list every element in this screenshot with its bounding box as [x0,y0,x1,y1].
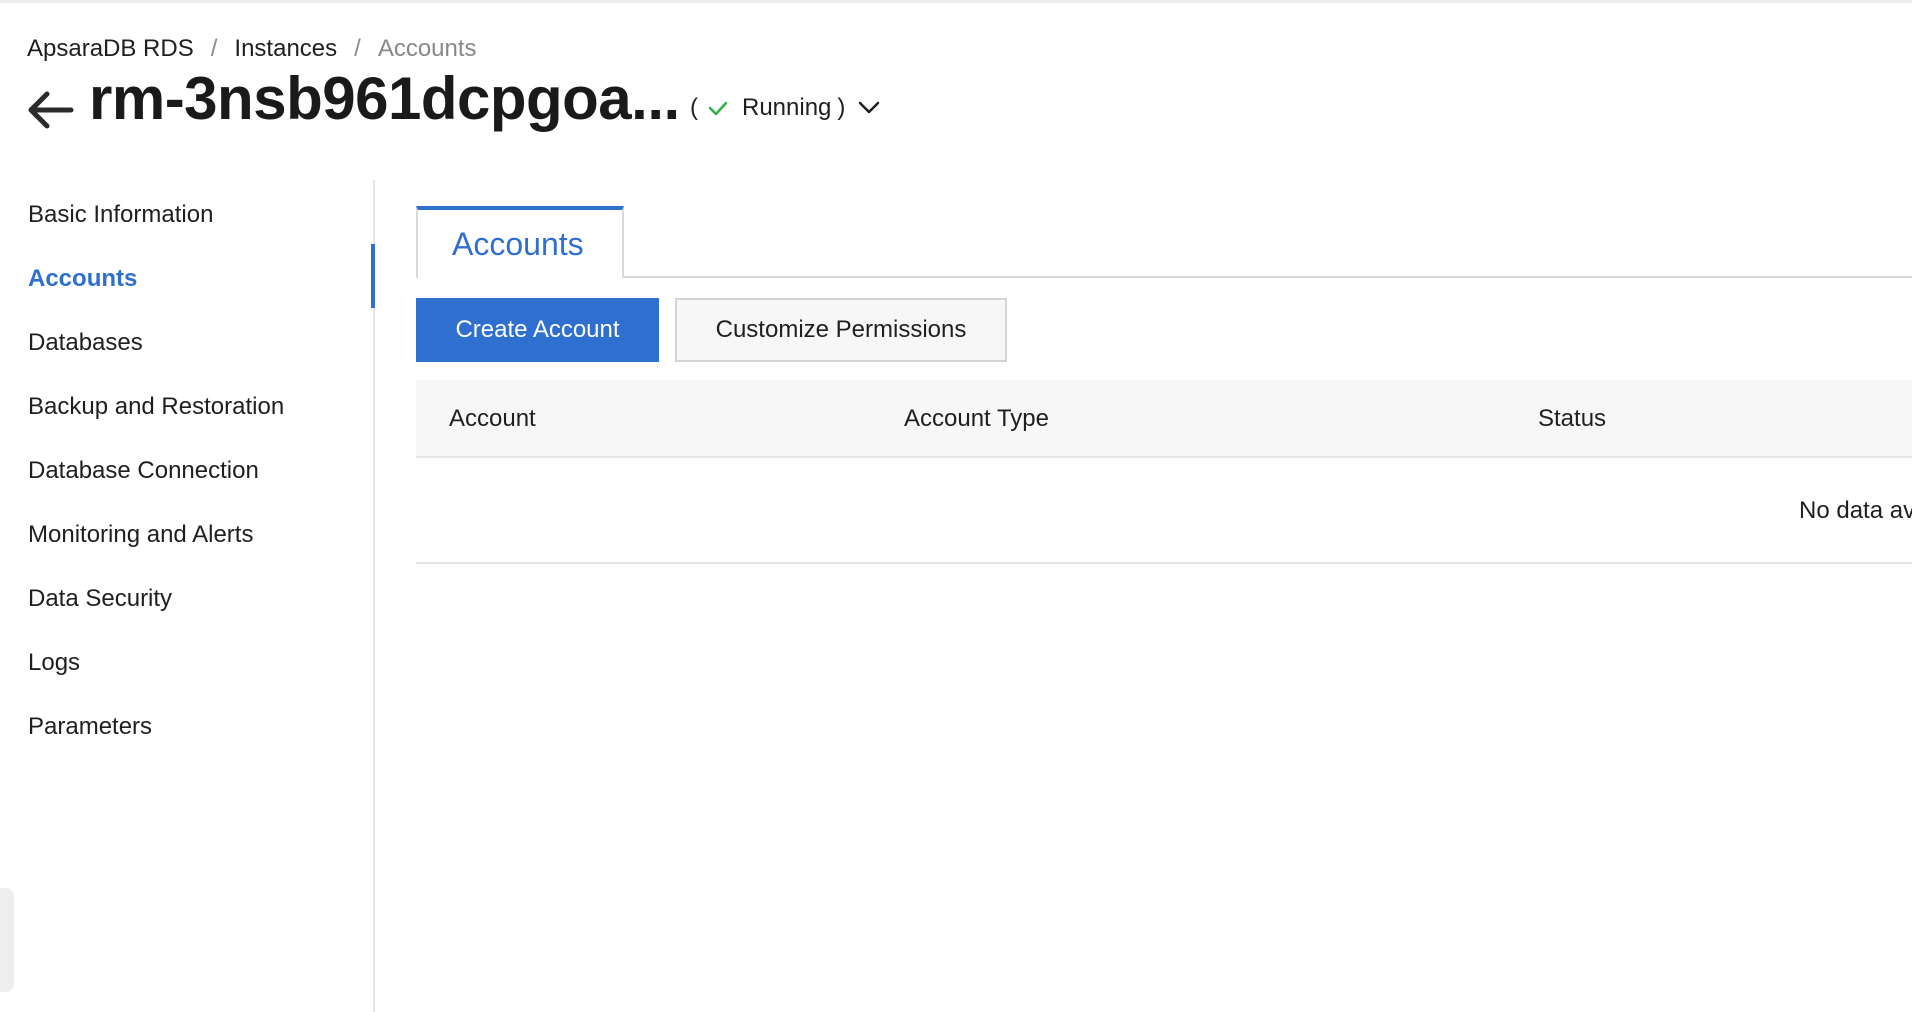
column-header-account-type: Account Type [904,405,1049,432]
sidebar-item-basic-information[interactable]: Basic Information [28,200,213,230]
customize-permissions-button[interactable]: Customize Permissions [675,298,1007,362]
sidebar-item-data-security[interactable]: Data Security [28,584,172,614]
sidebar-item-database-connection[interactable]: Database Connection [28,456,259,486]
breadcrumb-separator: / [354,35,361,62]
tab-accounts-label: Accounts [452,226,584,262]
status-paren-open: ( [690,94,698,121]
column-header-status: Status [1538,405,1607,432]
sidebar-item-monitoring-and-alerts[interactable]: Monitoring and Alerts [28,520,253,550]
tab-accounts[interactable]: Accounts [416,206,624,278]
status-label: Running [742,94,832,121]
back-arrow-icon[interactable] [25,88,75,132]
top-divider [0,0,1912,3]
breadcrumb-item-instances[interactable]: Instances [234,34,337,64]
breadcrumb: ApsaraDB RDS / Instances / Accounts [27,34,477,64]
tab-bar [416,276,1912,278]
breadcrumb-item-apsaradb-rds[interactable]: ApsaraDB RDS [27,34,194,64]
accounts-table-header: Account Account Type Status [416,380,1912,458]
sidebar-item-backup-and-restoration[interactable]: Backup and Restoration [28,392,284,422]
breadcrumb-separator: / [210,35,218,62]
status-paren-close: ) [837,94,846,121]
sidebar-active-indicator [371,244,375,308]
instance-status-dropdown[interactable]: ( Running ) [690,90,881,126]
chevron-down-icon[interactable] [845,100,881,116]
sidebar-item-logs[interactable]: Logs [28,648,80,678]
column-header-account: Account [449,405,536,432]
breadcrumb-item-accounts: Accounts [377,35,477,62]
create-account-button[interactable]: Create Account [416,298,659,362]
page-title: rm-3nsb961dcpgoa... [89,65,680,132]
accounts-table-empty-row: No data av [416,458,1912,564]
sidebar-collapse-handle[interactable] [0,888,14,992]
sidebar-item-accounts[interactable]: Accounts [28,264,137,294]
sidebar-item-databases[interactable]: Databases [28,328,143,358]
sidebar-item-parameters[interactable]: Parameters [28,712,152,742]
empty-state-text: No data av [1799,497,1912,524]
check-icon [708,100,742,116]
